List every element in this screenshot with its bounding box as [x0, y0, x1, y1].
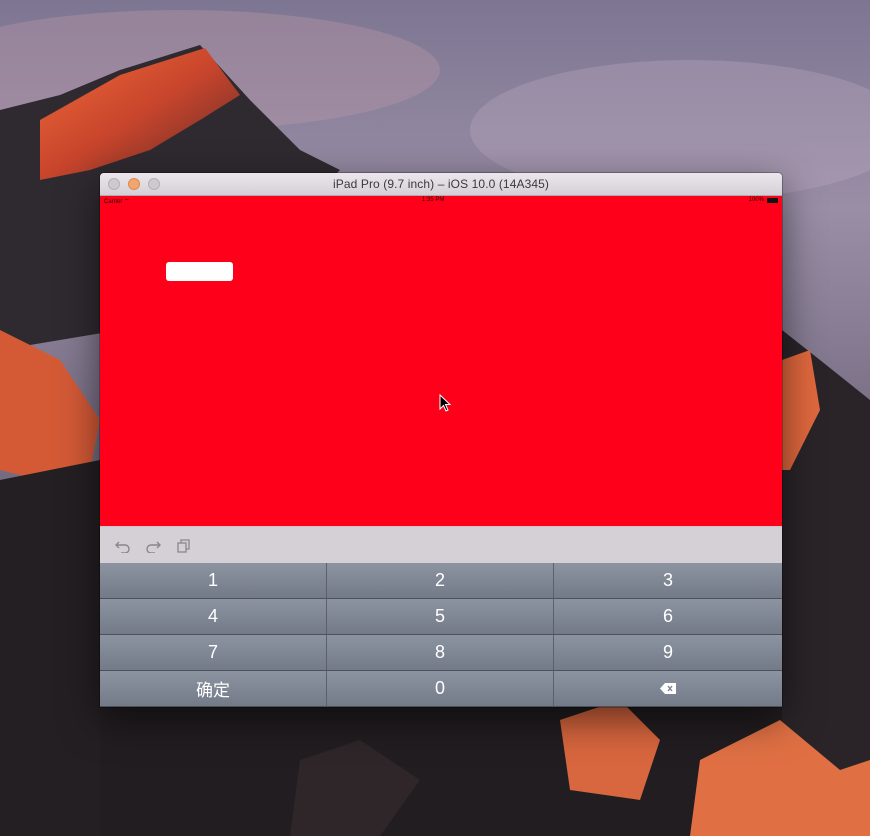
key-3[interactable]: 3 [554, 563, 782, 599]
key-8[interactable]: 8 [327, 635, 554, 671]
key-2[interactable]: 2 [327, 563, 554, 599]
zoom-button[interactable] [148, 178, 160, 190]
window-title: iPad Pro (9.7 inch) – iOS 10.0 (14A345) [332, 177, 549, 191]
key-5[interactable]: 5 [327, 599, 554, 635]
ios-status-bar: Carrier ⌔ 1:35 PM 100% [100, 196, 782, 206]
key-0[interactable]: 0 [327, 671, 554, 707]
key-7[interactable]: 7 [100, 635, 327, 671]
confirm-button[interactable]: 确定 [100, 671, 327, 707]
keyboard-shortcut-bar [100, 526, 782, 564]
minimize-button[interactable] [128, 178, 140, 190]
key-6[interactable]: 6 [554, 599, 782, 635]
key-1[interactable]: 1 [100, 563, 327, 599]
redo-icon[interactable] [145, 539, 161, 553]
delete-backspace-icon [660, 683, 676, 694]
red-content-view [100, 206, 782, 526]
window-titlebar[interactable]: iPad Pro (9.7 inch) – iOS 10.0 (14A345) [100, 173, 782, 196]
status-time: 1:35 PM [422, 197, 445, 203]
simulator-window: iPad Pro (9.7 inch) – iOS 10.0 (14A345) … [100, 173, 782, 707]
close-button[interactable] [108, 178, 120, 190]
undo-icon[interactable] [115, 539, 131, 553]
battery-percent: 100% [748, 197, 764, 203]
delete-button[interactable] [554, 671, 782, 707]
number-keypad: 1 2 3 4 5 6 7 8 9 确定 0 [100, 563, 782, 707]
paste-icon[interactable] [176, 539, 192, 553]
battery-icon [767, 198, 778, 203]
mouse-pointer-icon [439, 394, 451, 412]
key-4[interactable]: 4 [100, 599, 327, 635]
number-text-field[interactable] [166, 262, 233, 281]
key-9[interactable]: 9 [554, 635, 782, 671]
carrier-label: Carrier ⌔ [104, 199, 130, 205]
